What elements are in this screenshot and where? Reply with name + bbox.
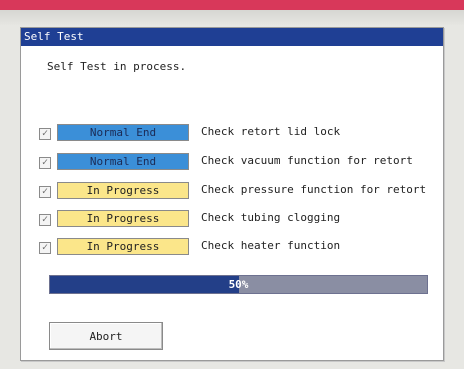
check-label: Check tubing clogging (201, 211, 341, 224)
top-accent-band (0, 0, 464, 10)
status-badge: Normal End (57, 153, 189, 170)
progress-bar: 50% (49, 275, 428, 294)
status-badge: In Progress (57, 238, 189, 255)
check-row-vacuum: ✓ Normal End Check vacuum function for r… (21, 153, 443, 173)
check-label: Check retort lid lock (201, 125, 341, 138)
check-row-heater: ✓ In Progress Check heater function (21, 238, 443, 258)
progress-label: 50% (228, 278, 249, 291)
check-label: Check pressure function for retort (201, 183, 427, 196)
abort-button[interactable]: Abort (49, 322, 163, 350)
check-checkbox[interactable]: ✓ (39, 157, 51, 169)
status-message: Self Test in process. (47, 60, 187, 73)
status-badge: Normal End (57, 124, 189, 141)
check-checkbox[interactable]: ✓ (39, 186, 51, 198)
check-checkbox[interactable]: ✓ (39, 214, 51, 226)
check-row-retort-lid: ✓ Normal End Check retort lid lock (21, 124, 443, 144)
status-badge: In Progress (57, 182, 189, 199)
self-test-window: Self Test Self Test in process. ✓ Normal… (20, 27, 444, 361)
window-title: Self Test (21, 28, 443, 46)
top-band-shadow (0, 10, 464, 26)
status-badge: In Progress (57, 210, 189, 227)
check-label: Check vacuum function for retort (201, 154, 413, 167)
check-checkbox[interactable]: ✓ (39, 128, 51, 140)
check-row-tubing: ✓ In Progress Check tubing clogging (21, 210, 443, 230)
check-label: Check heater function (201, 239, 341, 252)
check-checkbox[interactable]: ✓ (39, 242, 51, 254)
check-row-pressure: ✓ In Progress Check pressure function fo… (21, 182, 443, 202)
